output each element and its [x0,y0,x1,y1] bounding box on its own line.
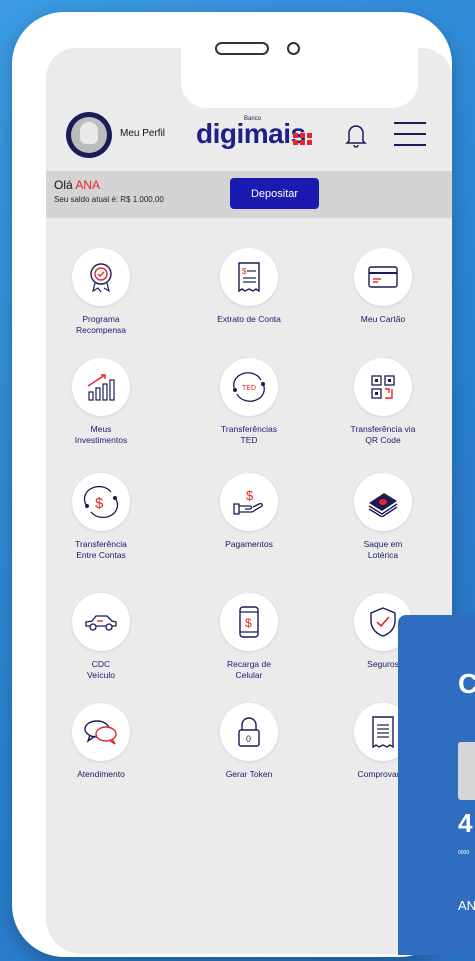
credit-card-icon [368,266,398,288]
tile-label: Transferência Entre Contas [75,539,127,560]
avatar-photo [71,117,107,153]
tile-gerar-token[interactable]: 0 Gerar Token [194,703,304,780]
growth-chart-icon [87,374,115,401]
chat-bubbles-icon [84,720,117,745]
tile-label: Atendimento [77,769,125,779]
lock-token-icon: 0 [238,717,260,747]
tile-label: CDC Veículo [87,659,115,680]
tile-label: Transferência via QR Code [350,424,416,445]
tile-qr-code[interactable]: Transferência via QR Code [328,358,438,446]
svg-text:TED: TED [242,385,256,392]
svg-text:0: 0 [246,734,251,744]
speaker [215,42,269,55]
cash-stack-icon [368,493,398,517]
svg-text:$: $ [246,488,254,503]
tile-saque-loterica[interactable]: Saque em Lotérica [328,473,438,561]
award-medal-icon [90,263,112,293]
tile-ted[interactable]: TED Transferências TED [194,358,304,446]
camera [287,42,300,55]
svg-text:$: $ [242,267,247,276]
payment-hand-icon: $ [233,488,263,515]
phone-frame: Meu Perfil Banco digimais Olá ANA Seu sa… [12,12,452,957]
tile-label: Gerar Token [225,769,273,779]
svg-text:$: $ [95,495,104,512]
shield-check-icon [370,607,396,637]
logo-text: digimais [196,118,306,149]
greeting: Olá ANA [54,178,101,192]
tile-label: Meus Investimentos [74,424,128,445]
ted-transfer-icon: TED [233,372,265,402]
tile-extrato[interactable]: $ Extrato de Conta [194,248,304,325]
card-letter: C [458,668,475,699]
tile-meu-cartao[interactable]: Meu Cartão [328,248,438,325]
tile-label: Saque em Lotérica [363,539,403,560]
car-icon [85,615,117,631]
deposit-button[interactable]: Depositar [230,178,319,209]
card-number: 4 [458,808,473,838]
bell-icon[interactable] [344,122,368,148]
profile-link[interactable]: Meu Perfil [120,128,165,139]
app-screen: Meu Perfil Banco digimais Olá ANA Seu sa… [46,48,452,954]
balance-text: Seu saldo atual é: R$ 1.000,00 [54,195,164,204]
tile-label: Recarga de Celular [227,659,271,680]
phone-recharge-icon: $ [239,606,259,638]
app-header: Meu Perfil Banco digimais [46,112,452,168]
tile-label: Extrato de Conta [217,314,281,324]
card-small-text: 0000 [458,850,470,856]
phone-notch [181,48,418,108]
tile-label: Transferências TED [221,424,277,445]
card-chip [458,742,475,800]
voucher-icon [372,716,394,749]
avatar[interactable] [66,112,112,158]
account-transfer-icon: $ [83,486,119,518]
tile-investimentos[interactable]: Meus Investimentos [46,358,156,446]
hamburger-menu-icon[interactable] [394,122,426,148]
tile-entre-contas[interactable]: $ Transferência Entre Contas [46,473,156,561]
tile-programa-recompensa[interactable]: Programa Recompensa [46,248,156,336]
balance-bar: Olá ANA Seu saldo atual é: R$ 1.000,00 D… [46,171,452,218]
tile-atendimento[interactable]: Atendimento [46,703,156,780]
qr-code-icon [371,375,395,399]
tile-pagamentos[interactable]: $ Pagamentos [194,473,304,550]
receipt-icon: $ [238,262,260,293]
tile-label: Meu Cartão [360,314,406,324]
card-holder-name: AN [458,898,475,913]
brand-logo: Banco digimais [196,116,312,150]
logo-banco: Banco [244,116,262,122]
tile-label: Pagamentos [225,539,273,549]
tile-label: Programa Recompensa [75,314,127,335]
logo-dots [293,133,312,145]
svg-text:$: $ [245,616,252,630]
tile-cdc-veiculo[interactable]: CDC Veículo [46,593,156,681]
tile-recarga-celular[interactable]: $ Recarga de Celular [194,593,304,681]
user-name: ANA [75,178,101,192]
